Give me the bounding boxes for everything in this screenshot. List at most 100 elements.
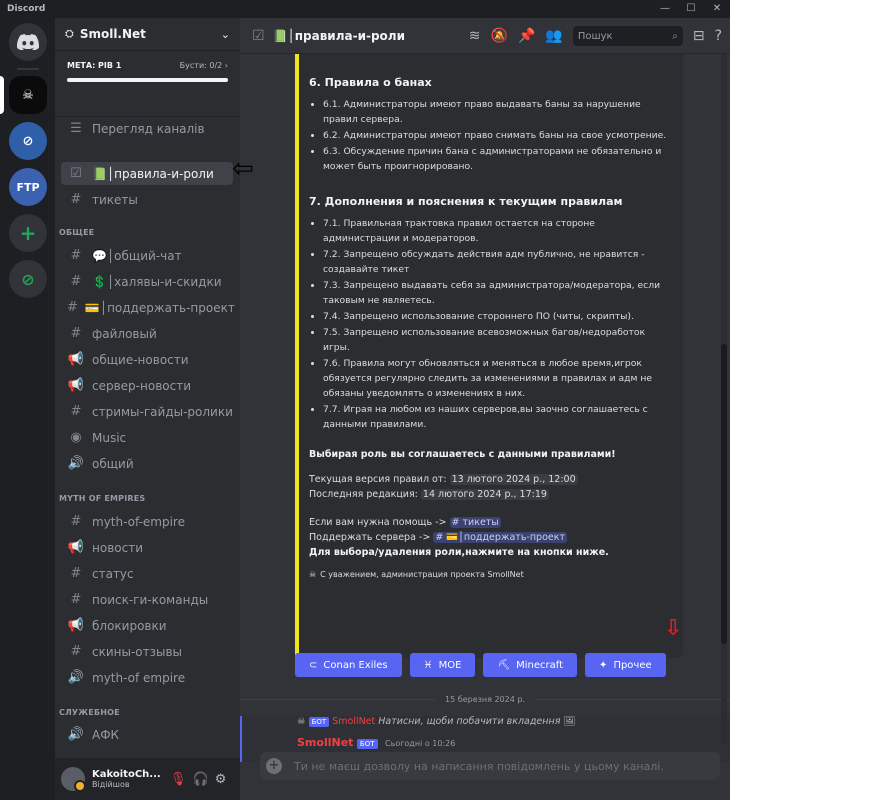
- channel-item[interactable]: ◉ Music: [61, 426, 233, 449]
- reply-preview[interactable]: ☠ БОТ SmollNet Натисни, щоби побачити вк…: [297, 716, 576, 727]
- boost-progress[interactable]: МЕТА: РІВ 1 Бусти: 0/2 ›: [55, 51, 240, 117]
- reply-author: SmollNet: [332, 716, 376, 727]
- hash-icon: #: [70, 644, 82, 659]
- channel-item[interactable]: # файловый: [61, 322, 233, 345]
- channel-label: блокировки: [92, 618, 167, 633]
- channel-item[interactable]: 📢 блокировки: [61, 614, 233, 637]
- stage-icon: ◉: [70, 430, 82, 445]
- reply-bot-tag: БОТ: [308, 717, 330, 727]
- threads-icon[interactable]: ≋: [469, 28, 481, 44]
- channel-label: 💳│поддержать-проект: [84, 300, 235, 315]
- boost-bar: [67, 78, 228, 82]
- inbox-icon[interactable]: ⊟: [693, 28, 705, 44]
- channel-label: Music: [92, 430, 127, 445]
- channel-item[interactable]: # скины-отзывы: [61, 640, 233, 663]
- role-button[interactable]: ⛏ Minecraft: [483, 653, 578, 677]
- maximize-button[interactable]: ☐: [678, 0, 704, 18]
- hash-icon: #: [70, 592, 82, 607]
- channel-label: 💬│общий-чат: [92, 248, 182, 263]
- channel-item[interactable]: 📢 общие-новости: [61, 348, 233, 371]
- support-line: Поддержать сервера -> # 💳│поддержать-про…: [309, 530, 673, 545]
- role-button-label: Прочее: [613, 659, 652, 671]
- channel-item[interactable]: 🔊 АФК: [61, 723, 233, 746]
- speaker-icon: 🔊: [67, 727, 85, 742]
- pin-icon[interactable]: 📌: [518, 28, 535, 44]
- help-icon[interactable]: ?: [715, 28, 722, 44]
- members-icon[interactable]: 👥: [545, 28, 562, 44]
- channel-item[interactable]: # стримы-гайды-ролики: [61, 400, 233, 423]
- channel-label: скины-отзывы: [92, 644, 183, 659]
- role-button[interactable]: ✦ Прочее: [585, 653, 666, 677]
- role-button[interactable]: ⊂ Conan Exiles: [295, 653, 402, 677]
- search-input[interactable]: Пошук ⌕: [572, 26, 683, 46]
- speaker-icon: 🔊: [67, 456, 85, 471]
- channel-item[interactable]: 🔊 общий: [61, 452, 233, 475]
- channel-item[interactable]: # 💳│поддержать-проект: [61, 296, 235, 319]
- channel-item[interactable]: # 💲│халявы-и-скидки: [61, 270, 233, 293]
- channel-item[interactable]: 🔊 myth-of empire: [61, 666, 233, 689]
- rule-item: 7.4. Запрещено использование стороннего …: [323, 309, 673, 324]
- channel-header: ☑ 📗│правила-и-роли ≋ 🔕 📌 👥 Пошук ⌕ ⊟ ?: [240, 18, 730, 54]
- server-ftp[interactable]: FTP: [9, 168, 47, 206]
- tickets-mention[interactable]: # тикеты: [449, 517, 501, 528]
- embed-footer: ☠ С уважением, администрация проекта Smo…: [309, 570, 673, 579]
- minimize-button[interactable]: —: [652, 0, 678, 18]
- channel-label: общие-новости: [92, 352, 189, 367]
- explore-servers-button[interactable]: ⊘: [9, 260, 47, 298]
- gear-icon[interactable]: ⚙: [215, 772, 227, 787]
- image-icon: 🖼: [563, 716, 576, 727]
- home-button[interactable]: [9, 23, 47, 61]
- section-7-title: 7. Дополнения и пояснения к текущим прав…: [309, 195, 623, 208]
- message-timestamp: Сьогодні о 10:26: [385, 739, 456, 748]
- role-buttons: ⊂ Conan Exiles ♓ MOE ⛏ Minecraft ✦ Прочее: [295, 653, 666, 677]
- headphones-icon[interactable]: 🎧: [193, 772, 209, 787]
- channel-item[interactable]: ☑ 📗│правила-и-роли: [61, 162, 233, 185]
- close-button[interactable]: ✕: [704, 0, 730, 18]
- section-6-title: 6. Правила о банах: [309, 76, 432, 89]
- skull-icon: ☠: [22, 87, 34, 103]
- user-info[interactable]: KakoitoCh... Відійшов: [92, 769, 164, 789]
- role-button-label: Minecraft: [516, 659, 564, 671]
- scrollbar[interactable]: [721, 54, 727, 744]
- rule-item: 7.5. Запрещено использование всевозможны…: [323, 325, 673, 355]
- annotation-arrow-left-icon: ⇦: [232, 154, 254, 184]
- version-date: 13 лютого 2024 р., 12:00: [449, 474, 578, 485]
- mute-mic-icon[interactable]: 🎙: [170, 772, 187, 787]
- category-service[interactable]: СЛУЖЕБНОЕ: [59, 708, 120, 717]
- support-mention[interactable]: # 💳│поддержать-проект: [433, 532, 568, 543]
- browse-icon: ☰: [70, 121, 82, 136]
- server-2[interactable]: ⊘: [9, 122, 47, 160]
- channel-item[interactable]: # поиск-ги-команды: [61, 588, 233, 611]
- browse-channels[interactable]: ☰ Перегляд каналів: [61, 117, 233, 140]
- role-button-icon: ✦: [599, 659, 608, 671]
- channel-item[interactable]: # myth-of-empire: [61, 510, 233, 533]
- rule-item: 7.7. Играя на любом из наших серверов,вы…: [323, 402, 673, 432]
- notification-bell-off-icon[interactable]: 🔕: [491, 28, 508, 44]
- scrollbar-thumb[interactable]: [721, 344, 727, 644]
- channel-item[interactable]: # статус: [61, 562, 233, 585]
- annotation-arrow-down-icon: ⇩: [664, 616, 683, 641]
- channel-item[interactable]: # 💬│общий-чат: [61, 244, 233, 267]
- channel-item[interactable]: 📢 новости: [61, 536, 233, 559]
- megaphone-icon: 📢: [67, 378, 85, 393]
- server-smollnet[interactable]: ☠: [9, 76, 47, 114]
- avatar[interactable]: [61, 767, 86, 792]
- rule-item: 7.6. Правила могут обновляться и менятьс…: [323, 356, 673, 401]
- category-general[interactable]: ОБЩЕЕ: [59, 228, 94, 237]
- channel-item[interactable]: 📢 сервер-новости: [61, 374, 233, 397]
- rules-embed: 6. Правила о банах 6.1. Администраторы и…: [295, 54, 683, 658]
- agree-text: Выбирая роль вы соглашаетесь с данными п…: [309, 449, 616, 460]
- channel-item[interactable]: # тикеты: [61, 188, 233, 211]
- browse-channels-label: Перегляд каналів: [92, 121, 205, 136]
- channel-label: АФК: [92, 727, 120, 742]
- role-button[interactable]: ♓ MOE: [409, 653, 476, 677]
- footer-avatar-icon: ☠: [309, 570, 317, 579]
- message-author[interactable]: SmollNet: [297, 736, 353, 749]
- channel-label: 📗│правила-и-роли: [92, 166, 214, 181]
- rule-item: 7.3. Запрещено выдавать себя за админист…: [323, 278, 673, 308]
- add-server-button[interactable]: +: [9, 214, 47, 252]
- footer-text: С уважением, администрация проекта Smoll…: [320, 570, 524, 579]
- category-myth-of-empires[interactable]: MYTH OF EMPIRES: [59, 494, 145, 503]
- discord-window: Discord — ☐ ✕ ☠ ⊘ FTP + ⊘ ⛭ Smoll.Net ⌄ …: [0, 0, 730, 800]
- server-header[interactable]: ⛭ Smoll.Net ⌄: [55, 18, 240, 51]
